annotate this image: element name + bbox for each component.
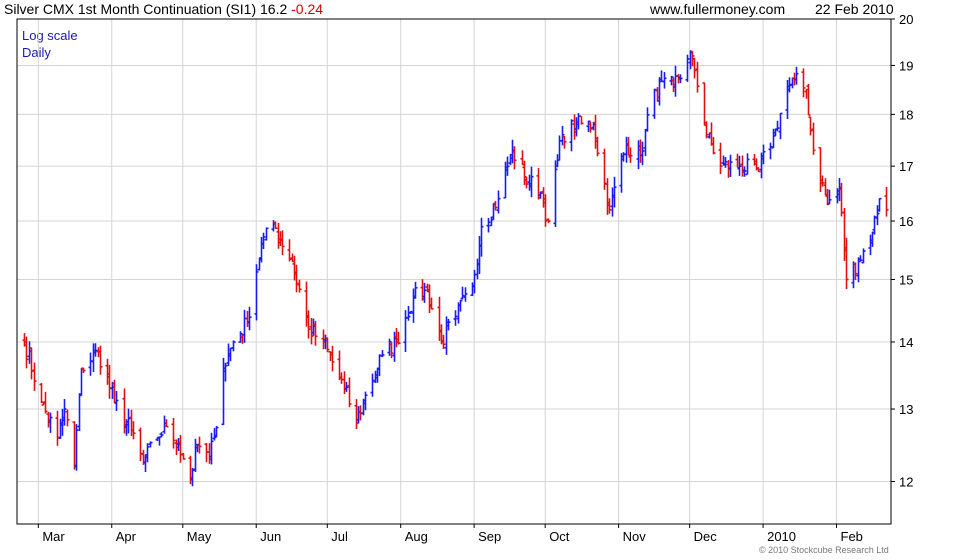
- ohlc-bar: [65, 409, 70, 427]
- ohlc-bar: [662, 72, 667, 89]
- ohlc-bar: [643, 128, 648, 157]
- y-tick-label: 17: [899, 159, 913, 174]
- ohlc-bar: [347, 377, 352, 408]
- ohlc-bar: [811, 122, 816, 155]
- x-tick-label: Nov: [623, 529, 647, 544]
- ohlc-bar: [55, 410, 60, 446]
- x-tick-label: Jul: [331, 529, 348, 544]
- x-tick-label: Mar: [42, 529, 65, 544]
- ohlc-bar: [877, 197, 882, 212]
- chart: Silver CMX 1st Month Continuation (SI1) …: [0, 0, 980, 560]
- y-tick-label: 14: [899, 335, 913, 350]
- ohlc-bar: [193, 438, 198, 472]
- ohlc-bar: [645, 107, 650, 132]
- ohlc-bar: [463, 287, 468, 302]
- y-tick-label: 18: [899, 107, 913, 122]
- x-tick-label: 2010: [767, 529, 796, 544]
- ohlc-bars: [22, 50, 889, 487]
- x-tick-label: Apr: [116, 529, 137, 544]
- y-tick-label: 20: [899, 12, 913, 27]
- y-tick-label: 16: [899, 214, 913, 229]
- ohlc-bar: [695, 61, 700, 93]
- ohlc-bar: [702, 82, 707, 126]
- ohlc-bar: [496, 190, 501, 214]
- ohlc-bar: [808, 116, 813, 136]
- ohlc-bar: [43, 391, 48, 414]
- ohlc-bar: [806, 83, 811, 116]
- x-tick-label: Aug: [405, 529, 428, 544]
- ohlc-bar: [543, 194, 548, 227]
- ohlc-bar: [778, 112, 783, 140]
- ohlc-bar: [181, 452, 186, 460]
- x-tick-label: Dec: [694, 529, 718, 544]
- ohlc-bar: [254, 264, 259, 321]
- ohlc-bar: [32, 362, 37, 391]
- ohlc-bar: [88, 352, 93, 376]
- x-tick-label: Jun: [260, 529, 281, 544]
- y-tick-label: 13: [899, 402, 913, 417]
- y-tick-label: 12: [899, 475, 913, 490]
- ohlc-bar: [884, 186, 889, 217]
- price-plot: 12 13 14 15 16 17 18 19 20 Mar Apr May Jun Jul Aug Sep O…: [16, 12, 913, 544]
- ohlc-bar: [297, 279, 302, 293]
- ohlc-bar: [138, 427, 143, 462]
- axes: 12 13 14 15 16 17 18 19 20 Mar Apr May Jun Jul Aug Sep O…: [37, 12, 913, 544]
- ohlc-bar: [39, 382, 44, 403]
- ohlc-bar: [801, 68, 806, 98]
- x-tick-label: Feb: [841, 529, 863, 544]
- ohlc-bar: [264, 227, 269, 241]
- x-tick-label: Oct: [549, 529, 570, 544]
- ohlc-bar: [370, 373, 375, 397]
- ohlc-bar: [553, 160, 558, 227]
- ohlc-bar: [718, 142, 723, 175]
- copyright: © 2010 Stockcube Research Ltd: [759, 545, 889, 555]
- y-tick-label: 19: [899, 58, 913, 73]
- ohlc-bar: [380, 350, 385, 358]
- x-tick-label: Sep: [478, 529, 501, 544]
- x-tick-label: May: [187, 529, 212, 544]
- ohlc-bar: [685, 54, 690, 82]
- ohlc-bar: [77, 393, 82, 432]
- ohlc-bar: [403, 310, 408, 353]
- ohlc-bar: [579, 115, 584, 125]
- ohlc-bar: [775, 120, 780, 132]
- y-tick-label: 15: [899, 272, 913, 287]
- ohlc-bar: [171, 417, 176, 449]
- ohlc-bar: [157, 436, 162, 446]
- ohlc-bar: [768, 142, 773, 160]
